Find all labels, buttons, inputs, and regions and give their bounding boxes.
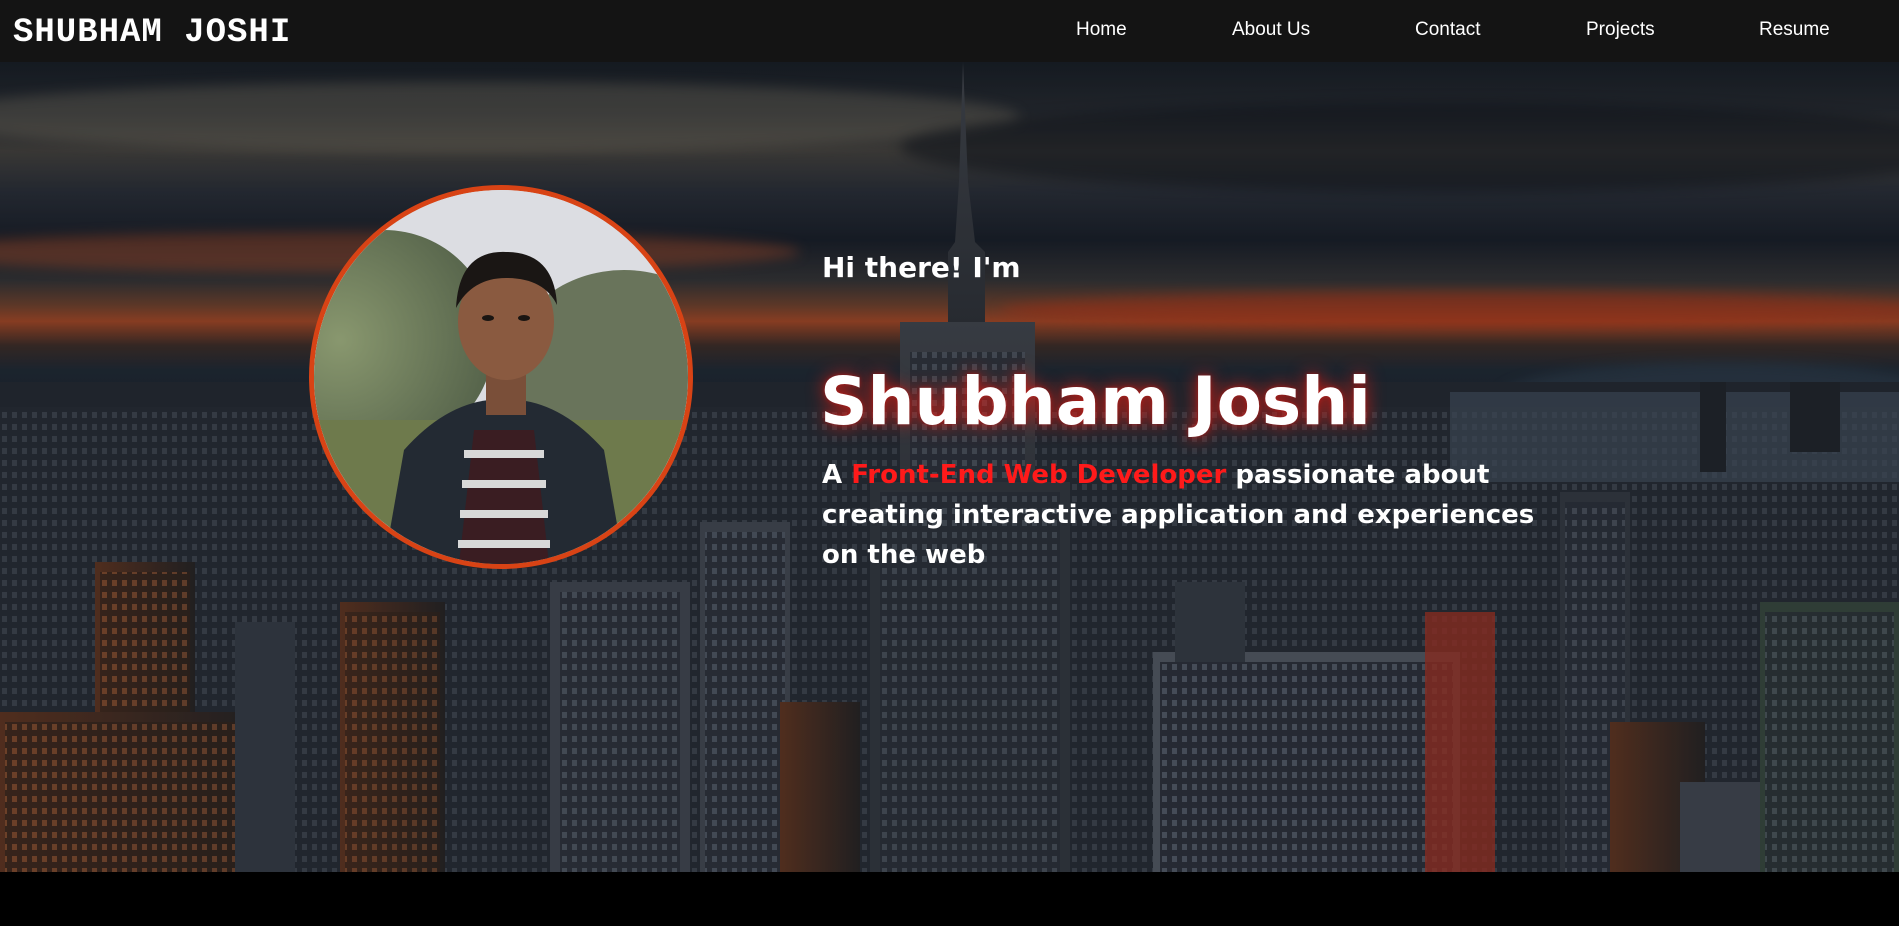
navbar: SHUBHAM JOSHI Home About Us Contact Proj… (0, 0, 1899, 62)
tagline-prefix: A (822, 460, 852, 490)
brand-logo[interactable]: SHUBHAM JOSHI (13, 13, 291, 53)
profile-photo (309, 185, 693, 569)
hero-name-heading: Shubham Joshi (820, 363, 1371, 440)
profile-photo-image (314, 190, 688, 564)
nav-link-home[interactable]: Home (1076, 18, 1127, 42)
nav-link-projects[interactable]: Projects (1586, 18, 1655, 42)
nav-link-resume[interactable]: Resume (1759, 18, 1830, 42)
nav-link-contact[interactable]: Contact (1415, 18, 1480, 42)
hero-intro-text: Hi there! I'm (822, 251, 1021, 284)
page: SHUBHAM JOSHI Home About Us Contact Proj… (0, 0, 1899, 926)
nav-link-about-us[interactable]: About Us (1232, 18, 1310, 42)
tagline-highlight: Front-End Web Developer (851, 460, 1227, 490)
page-bottom-bar (0, 872, 1899, 926)
hero-tagline: A Front-End Web Developer passionate abo… (822, 455, 1542, 575)
